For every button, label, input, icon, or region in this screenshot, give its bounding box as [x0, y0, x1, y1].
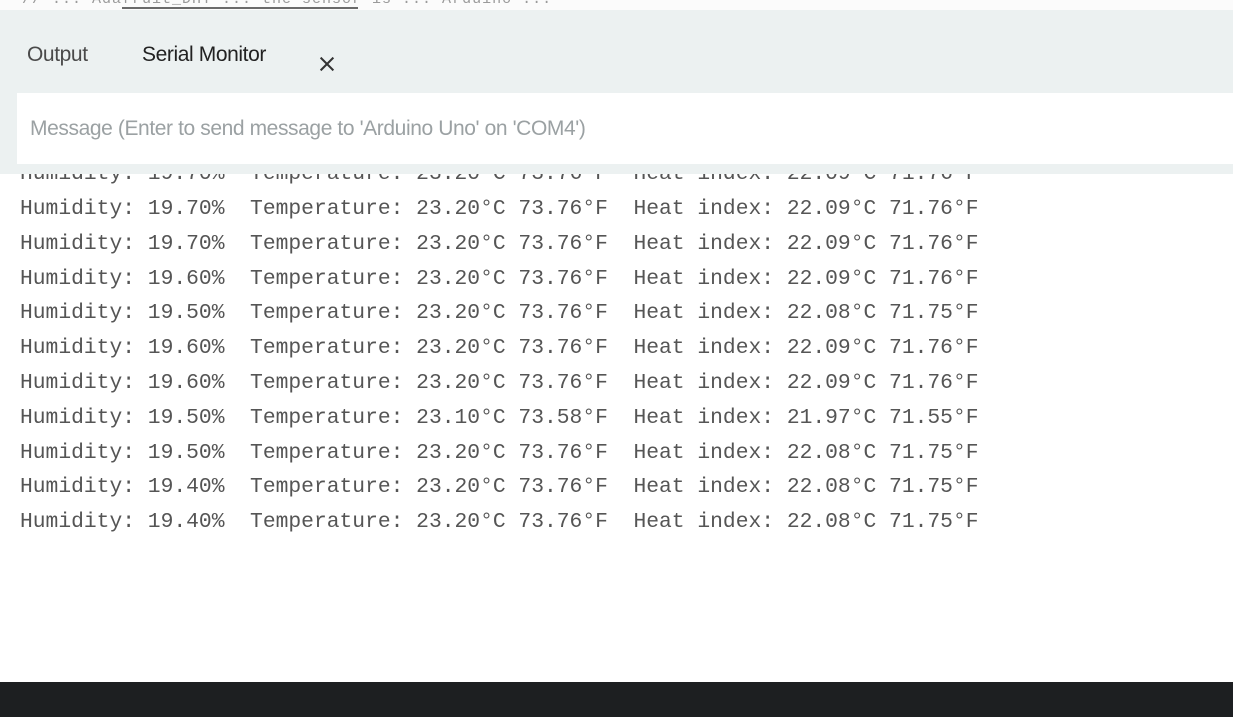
tab-serial-monitor[interactable]: Serial Monitor: [142, 43, 266, 67]
log-line: Humidity: 19.70% Temperature: 23.20°C 73…: [20, 231, 979, 256]
log-line: Humidity: 19.60% Temperature: 23.20°C 73…: [20, 336, 979, 361]
log-line: Humidity: 19.70% Temperature: 23.20°C 73…: [20, 197, 979, 221]
log-line-partial: Humidity: 19.70% Temperature: 23.20°C 73…: [20, 174, 979, 187]
status-bar: [0, 682, 1233, 717]
log-line: Humidity: 19.60% Temperature: 23.20°C 73…: [20, 266, 979, 291]
log-line: Humidity: 19.50% Temperature: 23.10°C 73…: [20, 405, 979, 430]
serial-output[interactable]: Humidity: 19.70% Temperature: 23.20°C 73…: [0, 174, 1233, 682]
editor-underline: [122, 7, 358, 9]
log-line: Humidity: 19.60% Temperature: 23.20°C 73…: [20, 371, 979, 395]
tab-output[interactable]: Output: [27, 43, 88, 67]
close-icon[interactable]: [318, 55, 336, 73]
log-line: Humidity: 19.40% Temperature: 23.20°C 73…: [20, 510, 979, 535]
message-bar: [0, 88, 1233, 174]
message-input[interactable]: [17, 93, 1233, 164]
log-line: Humidity: 19.40% Temperature: 23.20°C 73…: [20, 475, 979, 500]
editor-remnant: // ... Adafruit_DHT ... the sensor is ..…: [0, 0, 1233, 10]
panel-tab-bar: Output Serial Monitor: [0, 10, 1233, 88]
log-line: Humidity: 19.50% Temperature: 23.20°C 73…: [20, 301, 979, 326]
log-line: Humidity: 19.50% Temperature: 23.20°C 73…: [20, 440, 979, 465]
